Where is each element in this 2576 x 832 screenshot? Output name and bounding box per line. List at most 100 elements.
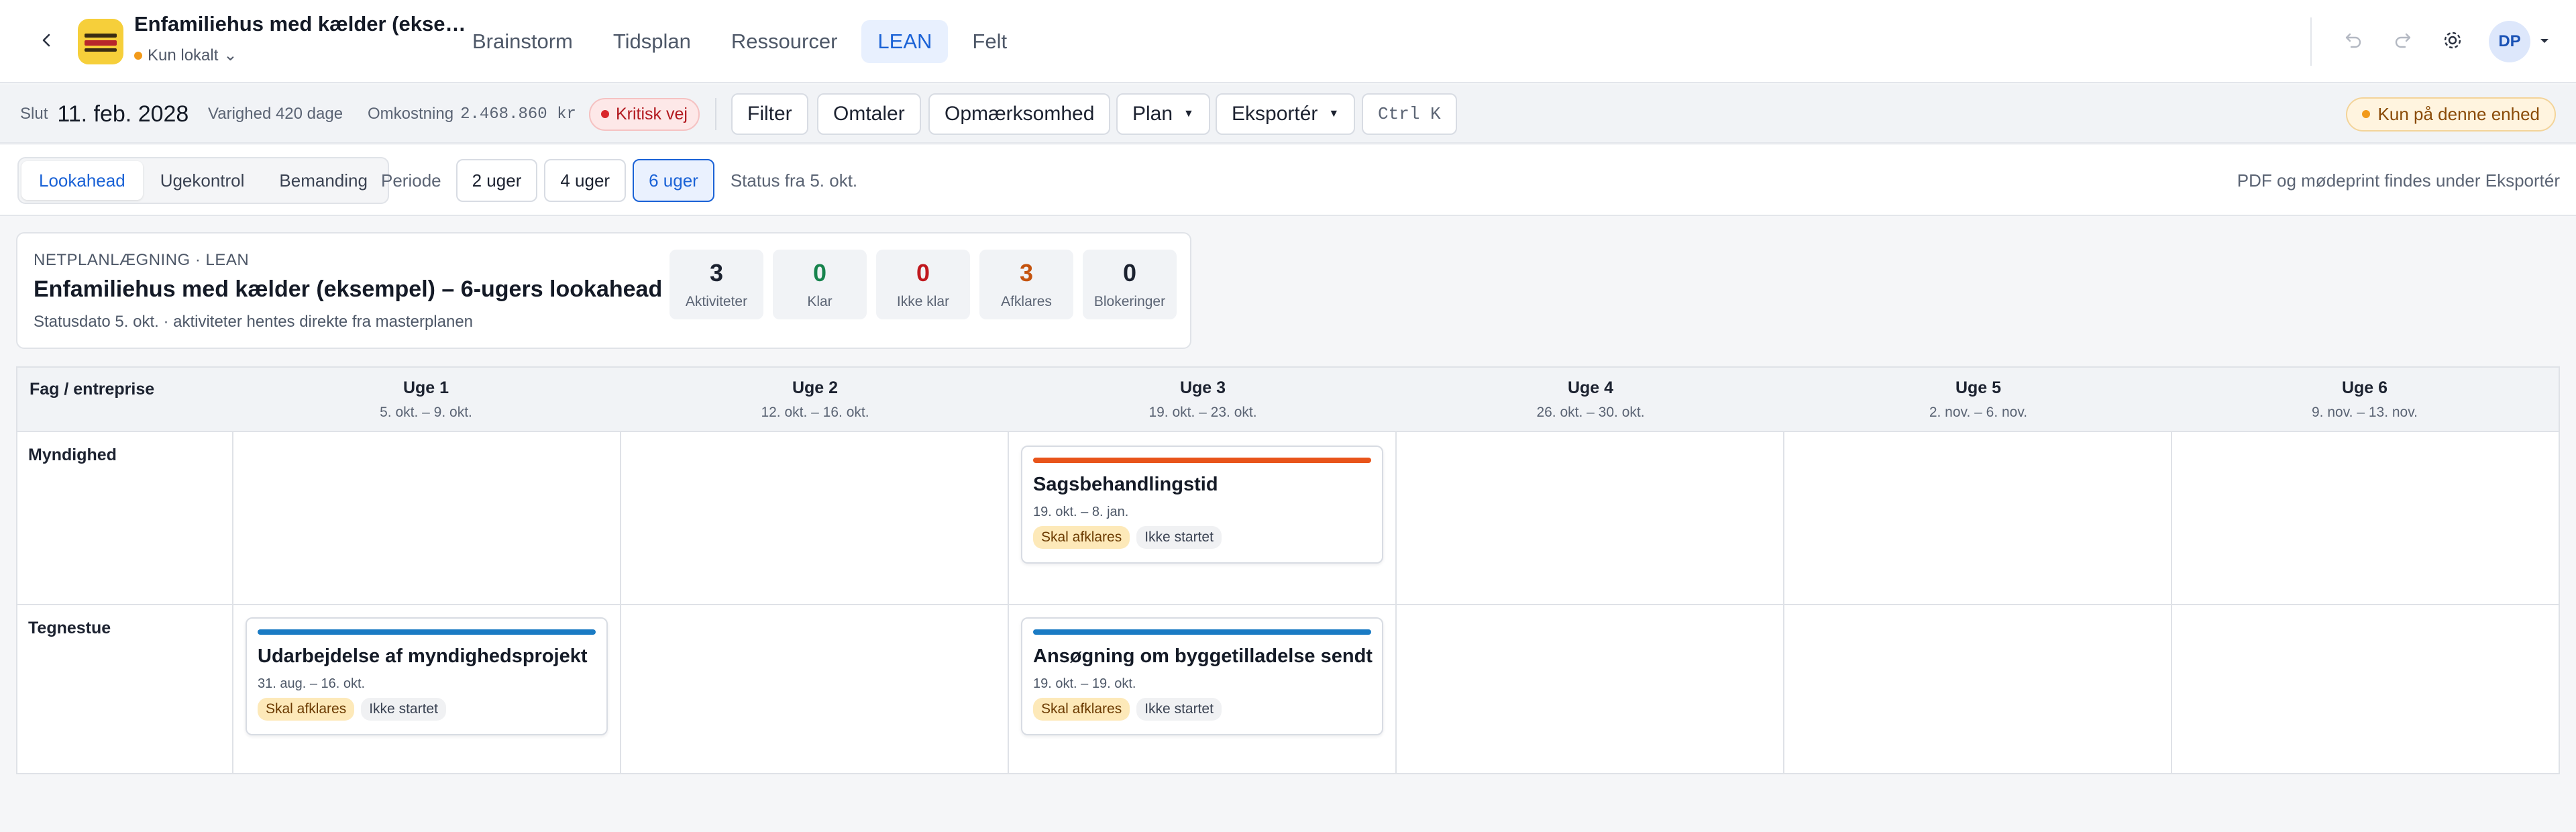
view-bemanding[interactable]: Bemanding [262,161,385,200]
storage-status[interactable]: Kun lokalt ⌄ [134,46,237,65]
redo-icon [2393,30,2413,54]
view-lookahead[interactable]: Lookahead [21,161,143,200]
filter-wrap: Filter [731,85,808,144]
stat-label: Klar [807,294,833,309]
gear-icon [2442,30,2463,54]
app-logo [78,19,123,64]
comments-button[interactable]: Omtaler [817,93,921,135]
tab-brainstorm[interactable]: Brainstorm [456,20,589,63]
user-menu[interactable]: DP [2489,21,2549,62]
duration-label: Varighed 420 dage [208,105,343,123]
tag-to-clarify: Skal afklares [258,698,355,721]
period-label: Periode [381,170,441,191]
plan-label: Plan [1132,103,1173,125]
tab-ressourcer[interactable]: Ressourcer [715,20,854,63]
week-name: Uge 1 [402,378,449,397]
task-status-bar [1033,458,1371,463]
status-toolbar: Slut 11. feb. 2028 Varighed 420 dage Omk… [0,85,2576,144]
avatar: DP [2489,21,2530,62]
week-name: Uge 3 [1179,378,1226,397]
cost-value: 2.468.860 kr [460,105,576,123]
device-badge-wrap: Kun på denne enhed [2345,85,2556,144]
grid-header: Fag / entreprise Uge 1 5. okt. – 9. okt.… [17,368,2559,432]
row-label: Tegnestue [28,619,111,637]
settings-button[interactable] [2439,28,2466,55]
export-dropdown[interactable]: Eksportér ▼ [1216,93,1356,135]
caret-down-icon: ▼ [1328,108,1340,119]
task-dates: 19. okt. – 19. okt. [1033,676,1136,691]
status-from: Status fra 5. okt. [730,170,858,191]
view-ugekontrol[interactable]: Ugekontrol [143,161,262,200]
tab-tidsplan[interactable]: Tidsplan [597,20,707,63]
week-header: Uge 4 26. okt. – 30. okt. [1397,378,1784,421]
attention-button[interactable]: Opmærksomhed [928,93,1111,135]
comments-wrap: Omtaler [817,85,921,144]
task-status-bar [258,629,596,635]
caret-down-icon [2540,36,2549,48]
storage-label: Kun lokalt [148,46,219,64]
back-button[interactable] [32,27,62,56]
status-dot-icon [134,51,142,60]
redo-button[interactable] [2390,28,2416,55]
stat-label: Ikke klar [896,294,950,309]
end-date-value: 11. feb. 2028 [57,101,189,127]
week-name: Uge 4 [1567,378,1614,397]
task-card[interactable]: Ansøgning om byggetilladelse sendt 19. o… [1021,617,1383,735]
stat-label: Blokeringer [1093,294,1166,309]
task-tags: Skal afklares Ikke startet [1033,698,1222,721]
undo-button[interactable] [2340,28,2367,55]
tag-to-clarify: Skal afklares [1033,698,1130,721]
cost: Omkostning 2.468.860 kr [368,85,576,144]
week-name: Uge 2 [792,378,839,397]
task-title: Ansøgning om byggetilladelse sendt [1033,645,1373,667]
week-range: 12. okt. – 16. okt. [761,405,869,420]
stats-row: 3 Aktiviteter 0 Klar 0 Ikke klar 3 Afkla… [669,250,1177,319]
view-switcher: Lookahead Ugekontrol Bemanding [17,157,389,204]
tag-to-clarify: Skal afklares [1033,526,1130,549]
week-header: Uge 3 19. okt. – 23. okt. [1009,378,1397,421]
task-card[interactable]: Sagsbehandlingstid 19. okt. – 8. jan. Sk… [1021,446,1383,564]
tab-felt[interactable]: Felt [956,20,1023,63]
trade-row: Myndighed Sagsbehandlingstid 19. okt. – … [17,432,2559,604]
critical-dot-icon [601,110,609,118]
caret-down-icon: ▼ [1183,108,1194,119]
command-palette-wrap: Ctrl K [1362,85,1457,144]
week-range: 26. okt. – 30. okt. [1536,405,1645,420]
top-header: Enfamiliehus med kælder (ekse… Kun lokal… [0,0,2576,83]
period-2-weeks[interactable]: 2 uger [455,159,538,202]
week-range: 9. nov. – 13. nov. [2312,405,2418,420]
week-range: 5. okt. – 9. okt. [380,405,472,420]
filter-button[interactable]: Filter [731,93,808,135]
task-status-bar [1033,629,1371,635]
stat-value: 3 [1019,259,1034,287]
card-kicker: NETPLANLÆGNING · LEAN [34,251,250,269]
task-title: Sagsbehandlingstid [1033,474,1218,495]
project-title[interactable]: Enfamiliehus med kælder (ekse… [134,12,466,36]
task-card[interactable]: Udarbejdelse af myndighedsprojekt 31. au… [246,617,608,735]
lookahead-grid: Fag / entreprise Uge 1 5. okt. – 9. okt.… [16,366,2560,774]
stat-blockers: 0 Blokeringer [1083,250,1177,319]
header-actions: DP [2310,17,2549,66]
task-title: Udarbejdelse af myndighedsprojekt [258,645,588,667]
stat-value: 3 [709,259,724,287]
period-6-weeks[interactable]: 6 uger [633,159,714,202]
week-header: Uge 2 12. okt. – 16. okt. [621,378,1009,421]
period-4-weeks[interactable]: 4 uger [544,159,627,202]
command-palette-shortcut[interactable]: Ctrl K [1362,93,1457,135]
critical-path-badge[interactable]: Kritisk vej [589,97,700,131]
week-name: Uge 6 [2341,378,2388,397]
critical-path-wrap: Kritisk vej [589,85,700,144]
main-nav: Brainstorm Tidsplan Ressourcer LEAN Felt [456,17,1023,66]
tag-not-started: Ikke startet [1136,526,1222,549]
stat-ready: 0 Klar [773,250,867,319]
task-dates: 31. aug. – 16. okt. [258,676,366,691]
tag-not-started: Ikke startet [1136,698,1222,721]
export-label: Eksportér [1232,103,1318,125]
plan-dropdown[interactable]: Plan ▼ [1116,93,1210,135]
stat-value: 0 [916,259,930,287]
tab-lean[interactable]: LEAN [861,20,949,63]
trade-row: Tegnestue Udarbejdelse af myndighedsproj… [17,605,2559,774]
plan-wrap: Plan ▼ [1116,85,1210,144]
header-divider [2310,17,2312,66]
pdf-note: PDF og mødeprint findes under Eksportér [2237,170,2560,191]
